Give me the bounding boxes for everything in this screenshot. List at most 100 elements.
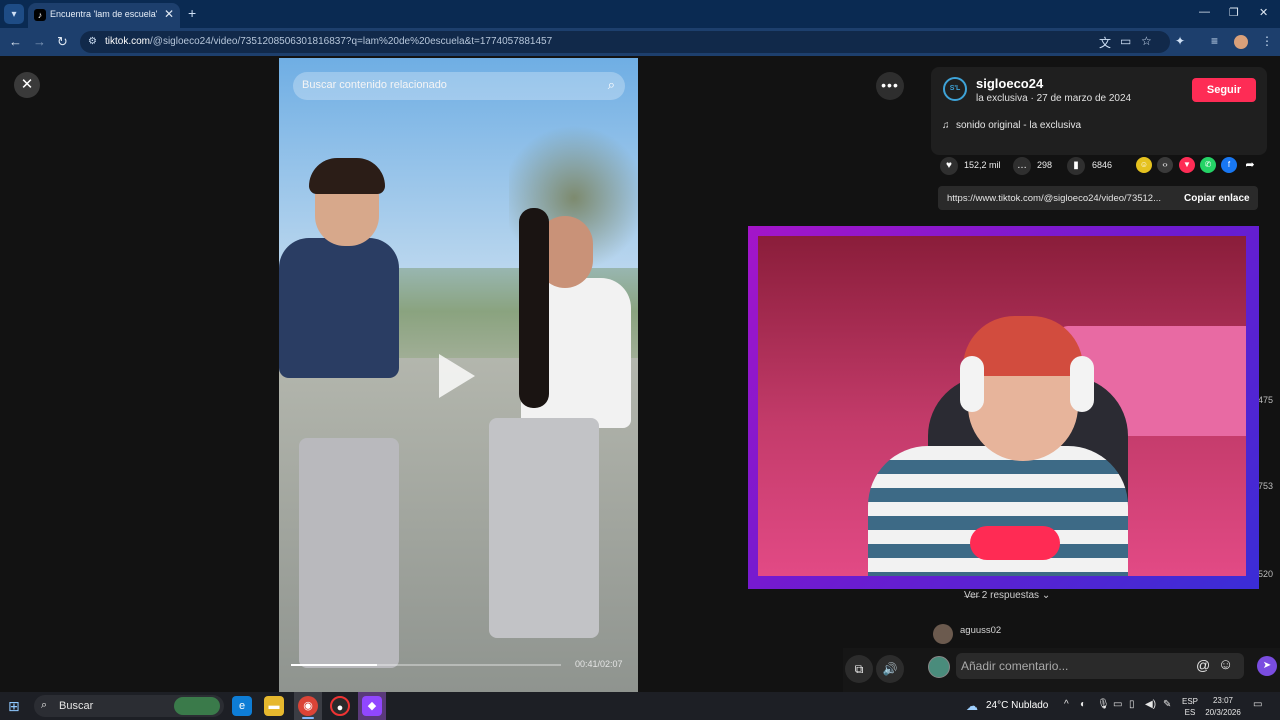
avatar[interactable] <box>928 656 950 678</box>
windows-taskbar: ⊞ ⌕ Buscar e ▬ ◉ ● ◆ ☁ 24°C Nublado ^ ◐ … <box>0 692 1280 720</box>
author-subtitle: la exclusiva · 27 de marzo de 2024 <box>976 93 1132 104</box>
video-player[interactable]: Buscar contenido relacionado ⌕ 00:41/02:… <box>279 58 638 692</box>
sound-link[interactable]: sonido original - la exclusiva <box>956 120 1081 131</box>
comment-like-count: 520 <box>1258 569 1274 579</box>
embed-code-icon[interactable]: ‹› <box>1157 157 1173 173</box>
close-window-icon[interactable]: ✕ <box>1259 6 1268 19</box>
comment-avatar[interactable] <box>933 624 953 644</box>
taskbar-search-label: Buscar <box>59 700 94 712</box>
restore-window-icon[interactable]: ❐ <box>1229 6 1239 19</box>
bookmark-star-icon[interactable]: ☆ <box>1141 34 1152 48</box>
emoji-icon[interactable]: ☺ <box>1218 656 1233 673</box>
chevron-down-icon: ⌄ <box>1041 590 1051 601</box>
author-name[interactable]: sigloeco24 <box>976 76 1043 91</box>
like-heart-icon[interactable]: ♥ <box>940 157 958 175</box>
search-icon: ⌕ <box>41 699 48 711</box>
picture-in-picture-icon[interactable]: ⧉ <box>845 655 873 683</box>
url-path: /@sigloeco24/video/7351208506301816837?q… <box>150 36 553 47</box>
follow-button[interactable]: Seguir <box>1192 78 1256 102</box>
tab-search-button[interactable]: ▾ <box>4 4 24 24</box>
file-explorer-icon[interactable]: ▬ <box>264 696 284 716</box>
keyboard-layout[interactable]: ES <box>1180 708 1200 717</box>
back-button[interactable]: ← <box>9 34 22 49</box>
tiktok-favicon-icon: ♪ <box>34 9 46 21</box>
chrome-icon[interactable]: ◉ <box>298 696 318 716</box>
webcam-headphone-right <box>1070 356 1094 412</box>
mention-icon[interactable]: @ <box>1196 657 1210 673</box>
cast-icon[interactable]: ▭ <box>1120 34 1131 48</box>
post-comment-icon[interactable]: ➤ <box>1257 656 1277 676</box>
extensions-icon[interactable]: ✦ <box>1175 34 1185 48</box>
windows-start-icon[interactable]: ⊞ <box>8 698 20 715</box>
webcam-feed <box>758 236 1246 576</box>
chevron-up-icon[interactable]: ^ <box>1064 699 1069 710</box>
new-tab-button[interactable]: + <box>188 5 196 21</box>
video-person-boy-pants <box>299 438 399 668</box>
browser-menu-icon[interactable]: ⋮ <box>1261 34 1273 48</box>
webcam-overlay <box>748 226 1259 589</box>
comment-username[interactable]: aguuss02 <box>960 625 1001 636</box>
obs-icon[interactable]: ● <box>330 696 350 716</box>
reading-list-icon[interactable]: ≡ <box>1211 34 1218 48</box>
tiktok-video-viewer: ✕ Buscar contenido relacionado ⌕ 00:41/0… <box>0 56 1280 692</box>
taskbar-search[interactable]: ⌕ Buscar <box>34 695 224 717</box>
volume-icon[interactable]: ◀) <box>1145 699 1156 710</box>
browser-tab[interactable]: ♪ Encuentra 'lam de escuela' en T ✕ <box>28 3 180 28</box>
webcam-headphone-left <box>960 356 984 412</box>
display-icon[interactable]: ▭ <box>1113 699 1122 710</box>
profile-avatar-icon[interactable] <box>1234 35 1248 49</box>
video-person-girl-hair <box>519 208 549 408</box>
microphone-icon[interactable]: 🎙 <box>1097 699 1110 710</box>
share-arrow-icon[interactable]: ➦ <box>1242 157 1258 173</box>
app-tray-icon[interactable]: ◐ <box>1080 699 1086 710</box>
clock-time[interactable]: 23:07 <box>1202 696 1244 705</box>
minimize-window-icon[interactable]: — <box>1199 6 1210 18</box>
comment-icon[interactable]: … <box>1013 157 1031 175</box>
video-progress-fill <box>291 664 378 666</box>
facebook-icon[interactable]: f <box>1221 157 1237 173</box>
running-indicator <box>302 717 314 719</box>
address-bar[interactable]: ⚙ tiktok.com/@sigloeco24/video/735120850… <box>80 31 1170 53</box>
url-text[interactable]: tiktok.com/@sigloeco24/video/73512085063… <box>105 36 552 47</box>
author-avatar[interactable]: S'L <box>943 77 967 101</box>
like-count: 152,2 mil <box>964 160 1001 170</box>
copy-link-button[interactable]: Copiar enlace <box>1184 193 1250 204</box>
reload-button[interactable]: ↻ <box>57 34 68 50</box>
close-icon[interactable]: ✕ <box>14 72 40 98</box>
play-icon[interactable] <box>439 354 475 398</box>
related-content-search[interactable]: Buscar contenido relacionado ⌕ <box>293 72 625 100</box>
video-time: 00:41/02:07 <box>575 659 623 669</box>
send-to-friends-icon[interactable]: ▼ <box>1179 157 1195 173</box>
comment-like-count: 753 <box>1258 481 1274 491</box>
language-code[interactable]: ESP <box>1180 697 1200 706</box>
bookmark-icon[interactable]: ▮ <box>1067 157 1085 175</box>
notifications-icon[interactable]: ▭ <box>1253 699 1262 710</box>
weather-text[interactable]: 24°C Nublado <box>986 700 1048 711</box>
battery-icon[interactable]: ▯ <box>1129 699 1135 710</box>
volume-icon[interactable]: 🔊 <box>876 655 904 683</box>
search-highlight-image <box>174 697 220 715</box>
author-info-card: S'L sigloeco24 la exclusiva · 27 de marz… <box>931 67 1267 155</box>
site-info-icon[interactable]: ⚙ <box>88 36 97 47</box>
url-host: tiktok.com <box>105 36 151 47</box>
share-link-text[interactable]: https://www.tiktok.com/@sigloeco24/video… <box>947 193 1169 204</box>
tab-title: Encuentra 'lam de escuela' en T <box>50 9 160 19</box>
repost-icon[interactable]: ☺ <box>1136 157 1152 173</box>
comment-input[interactable]: Añadir comentario... @ ☺ <box>956 653 1244 679</box>
video-progress-bar[interactable] <box>291 664 561 666</box>
whatsapp-icon[interactable]: ✆ <box>1200 157 1216 173</box>
clock-date[interactable]: 20/3/2026 <box>1202 708 1244 717</box>
browser-toolbar: ← → ↻ ⚙ tiktok.com/@sigloeco24/video/735… <box>0 28 1280 56</box>
see-replies-button[interactable]: Ver 2 respuestas ⌄ <box>964 590 1050 601</box>
close-tab-icon[interactable]: ✕ <box>164 7 174 21</box>
video-person-boy-shirt <box>279 238 399 378</box>
more-options-icon[interactable]: ••• <box>876 72 904 100</box>
edge-icon[interactable]: e <box>232 696 252 716</box>
forward-button[interactable]: → <box>33 34 46 49</box>
translate-icon[interactable]: 文 <box>1099 34 1111 51</box>
twitch-icon[interactable]: ◆ <box>362 696 382 716</box>
comment-placeholder: Añadir comentario... <box>961 659 1069 673</box>
search-icon[interactable]: ⌕ <box>608 77 615 93</box>
pen-icon[interactable]: ✎ <box>1163 699 1171 710</box>
video-person-girl-pants <box>489 418 599 638</box>
